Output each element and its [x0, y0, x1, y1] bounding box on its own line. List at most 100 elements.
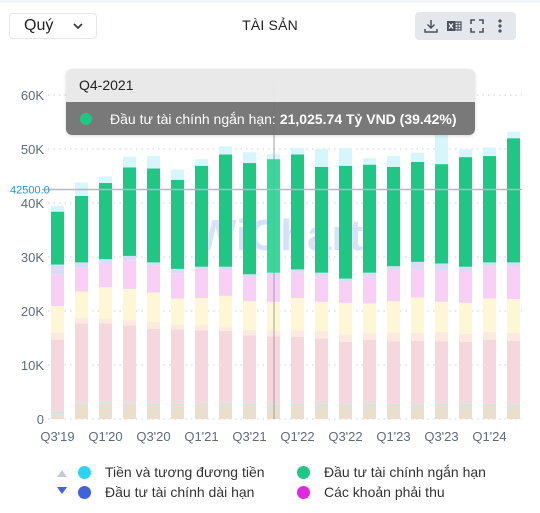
bar-segment — [459, 149, 472, 158]
bar-segment — [147, 156, 160, 169]
bar-stack — [411, 152, 424, 419]
bar-segment — [483, 298, 496, 333]
bar-segment — [315, 301, 328, 331]
legend-item-receivables[interactable]: Các khoản phải thu — [297, 484, 445, 500]
legend-label: Đầu tư tài chính ngắn hạn — [324, 464, 486, 480]
bar-segment — [243, 152, 256, 164]
bar-segment — [339, 406, 352, 419]
bar-segment — [219, 146, 232, 155]
bar-segment — [195, 325, 208, 331]
bar-segment — [363, 272, 376, 277]
bar-segment — [99, 176, 112, 184]
legend-item-long-term-investment[interactable]: Đầu tư tài chính dài hạn — [78, 484, 254, 500]
bar-segment — [195, 269, 208, 299]
download-icon — [423, 20, 438, 33]
bar-stack — [219, 146, 232, 419]
bar-segment — [435, 301, 448, 333]
bar-segment — [339, 278, 352, 282]
bar-segment — [147, 404, 160, 419]
bar-stack — [243, 152, 256, 419]
bar-segment — [171, 268, 184, 274]
bar-segment — [219, 330, 232, 403]
bar-segment — [315, 166, 328, 273]
bar-segment — [123, 255, 136, 261]
bar-segment — [171, 179, 184, 269]
bar-segment — [339, 334, 352, 342]
y-axis-ticks: 0 10K 20K 30K 40K 50K 60K — [21, 88, 44, 427]
bar-segment — [123, 167, 136, 256]
legend: Tiền và tương đương tiền Đầu tư tài chín… — [0, 458, 540, 508]
bar-segment — [51, 332, 64, 340]
x-tick-label: Q1'21 — [184, 429, 218, 444]
bar-segment — [483, 147, 496, 157]
legend-scroll-up-icon[interactable] — [56, 468, 68, 478]
bar-segment — [171, 298, 184, 326]
bar-segment — [363, 276, 376, 304]
bar-segment — [147, 168, 160, 263]
bar-segment — [75, 318, 88, 324]
bar-segment — [387, 405, 400, 419]
bar-segment — [339, 147, 352, 166]
legend-scroll-down-icon[interactable] — [56, 486, 68, 496]
bar-segment — [291, 336, 304, 404]
bar-stack — [99, 176, 112, 419]
download-button[interactable] — [422, 17, 440, 35]
bar-segment — [51, 414, 64, 419]
bar-segment — [411, 268, 424, 298]
bar-segment — [171, 403, 184, 405]
legend-label: Tiền và tương đương tiền — [105, 464, 265, 480]
bar-segment — [75, 402, 88, 404]
bar-segment — [363, 339, 376, 404]
bar-segment — [411, 152, 424, 162]
bar-segment — [411, 297, 424, 333]
tooltip-row: Đầu tư tài chính ngắn hạn: 21,025.74 Tỷ … — [66, 102, 475, 135]
bar-segment — [243, 403, 256, 405]
bar-segment — [507, 299, 520, 333]
bar-segment — [315, 276, 328, 302]
bar-stack — [75, 182, 88, 419]
bar-segment — [195, 404, 208, 419]
bar-segment — [75, 267, 88, 292]
bar-segment — [291, 404, 304, 419]
more-icon — [498, 19, 502, 33]
legend-item-short-term-investment[interactable]: Đầu tư tài chính ngắn hạn — [297, 464, 486, 480]
bar-segment — [459, 302, 472, 334]
bar-segment — [387, 166, 400, 267]
bar-segment — [123, 288, 136, 321]
bar-segment — [147, 403, 160, 405]
bar-segment — [99, 403, 112, 419]
tooltip-series-dot — [80, 112, 92, 125]
bar-segment — [219, 266, 232, 270]
bar-segment — [291, 269, 304, 273]
bar-segment — [291, 330, 304, 337]
bar-segment — [459, 157, 472, 267]
more-button[interactable] — [491, 17, 509, 35]
bar-stack — [339, 147, 352, 419]
bar-segment — [459, 403, 472, 407]
tooltip-series-value: 21,025.74 Tỷ VND (39.42%) — [279, 110, 457, 127]
bar-segment — [387, 269, 400, 302]
legend-dot — [78, 465, 91, 479]
bar-segment — [435, 332, 448, 342]
bar-segment — [243, 278, 256, 302]
bar-segment — [315, 405, 328, 419]
bar-segment — [387, 332, 400, 342]
bar-stack — [171, 169, 184, 419]
bar-segment — [507, 262, 520, 267]
bar-segment — [411, 340, 424, 405]
bar-segment — [435, 134, 448, 165]
bar-segment — [219, 269, 232, 296]
bar-segment — [435, 403, 448, 405]
bar-segment — [51, 306, 64, 333]
bar-segment — [387, 301, 400, 333]
bar-segment — [195, 159, 208, 166]
fullscreen-button[interactable] — [468, 17, 486, 35]
bar-segment — [291, 403, 304, 405]
bar-segment — [339, 404, 352, 407]
legend-dot — [297, 465, 310, 479]
excel-export-button[interactable] — [445, 17, 463, 35]
legend-item-cash[interactable]: Tiền và tương đương tiền — [78, 464, 265, 480]
bar-segment — [507, 138, 520, 263]
bar-segment — [459, 341, 472, 404]
x-tick-label: Q1'24 — [472, 429, 506, 444]
